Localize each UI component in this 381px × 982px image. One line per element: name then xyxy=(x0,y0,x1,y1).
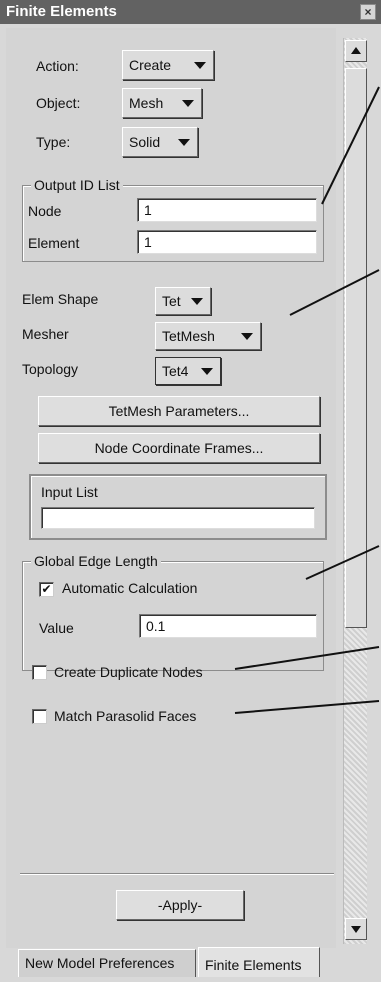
triangle-down-icon xyxy=(194,62,206,69)
scrollbar-thumb[interactable] xyxy=(345,68,367,628)
match-parasolid-faces-label: Match Parasolid Faces xyxy=(54,708,197,724)
scroll-up-button[interactable] xyxy=(345,40,367,62)
automatic-calculation-label: Automatic Calculation xyxy=(62,580,198,596)
node-label: Node xyxy=(28,203,62,219)
arrow-up-icon xyxy=(351,47,361,54)
tab-finite-elements[interactable]: Finite Elements xyxy=(198,947,320,977)
topology-label: Topology xyxy=(22,361,79,377)
elem-shape-value: Tet xyxy=(162,293,181,309)
type-label: Type: xyxy=(36,134,71,150)
elem-shape-label: Elem Shape xyxy=(22,291,99,307)
input-list-field[interactable] xyxy=(41,507,315,529)
input-list-label: Input List xyxy=(41,484,98,500)
type-dropdown[interactable]: Solid xyxy=(122,127,198,157)
value-label: Value xyxy=(39,620,74,636)
topology-value: Tet4 xyxy=(162,363,189,379)
automatic-calculation-checkbox[interactable]: ✔ xyxy=(39,582,54,597)
arrow-down-icon xyxy=(351,926,361,933)
create-duplicate-nodes-checkbox[interactable] xyxy=(32,665,47,680)
triangle-down-icon xyxy=(201,368,213,375)
edge-length-value-field[interactable]: 0.1 xyxy=(139,614,317,638)
tetmesh-parameters-button[interactable]: TetMesh Parameters... xyxy=(38,396,320,426)
topology-dropdown[interactable]: Tet4 xyxy=(155,357,221,385)
global-edge-length-legend: Global Edge Length xyxy=(31,553,161,569)
action-dropdown[interactable]: Create xyxy=(122,50,214,80)
node-id-field[interactable]: 1 xyxy=(137,198,317,222)
object-dropdown[interactable]: Mesh xyxy=(122,88,202,118)
element-id-field[interactable]: 1 xyxy=(137,230,317,254)
mesher-dropdown[interactable]: TetMesh xyxy=(155,322,261,350)
triangle-down-icon xyxy=(178,139,190,146)
triangle-down-icon xyxy=(182,100,194,107)
object-value: Mesh xyxy=(129,95,164,111)
checkmark-icon: ✔ xyxy=(41,582,52,596)
element-label: Element xyxy=(28,235,80,251)
scroll-down-button[interactable] xyxy=(345,918,367,940)
triangle-down-icon xyxy=(191,298,203,305)
match-parasolid-faces-checkbox[interactable] xyxy=(32,709,47,724)
separator xyxy=(20,873,334,875)
close-icon[interactable]: × xyxy=(360,4,376,20)
create-duplicate-nodes-label: Create Duplicate Nodes xyxy=(54,664,203,680)
vertical-scrollbar[interactable] xyxy=(343,38,367,944)
mesher-value: TetMesh xyxy=(162,328,215,344)
type-value: Solid xyxy=(129,134,161,150)
window-title: Finite Elements xyxy=(6,3,117,20)
elem-shape-dropdown[interactable]: Tet xyxy=(155,287,211,315)
object-label: Object: xyxy=(36,95,81,111)
apply-button[interactable]: -Apply- xyxy=(116,890,244,920)
window-titlebar: Finite Elements × xyxy=(0,0,381,24)
node-coordinate-frames-button[interactable]: Node Coordinate Frames... xyxy=(38,433,320,463)
form-panel: Action: Create Object: Mesh Type: Solid … xyxy=(6,28,336,948)
triangle-down-icon xyxy=(241,333,253,340)
action-label: Action: xyxy=(36,58,79,74)
output-id-list-legend: Output ID List xyxy=(31,177,123,193)
tab-new-model-preferences[interactable]: New Model Preferences xyxy=(18,949,196,977)
action-value: Create xyxy=(129,57,172,73)
mesher-label: Mesher xyxy=(22,326,69,342)
